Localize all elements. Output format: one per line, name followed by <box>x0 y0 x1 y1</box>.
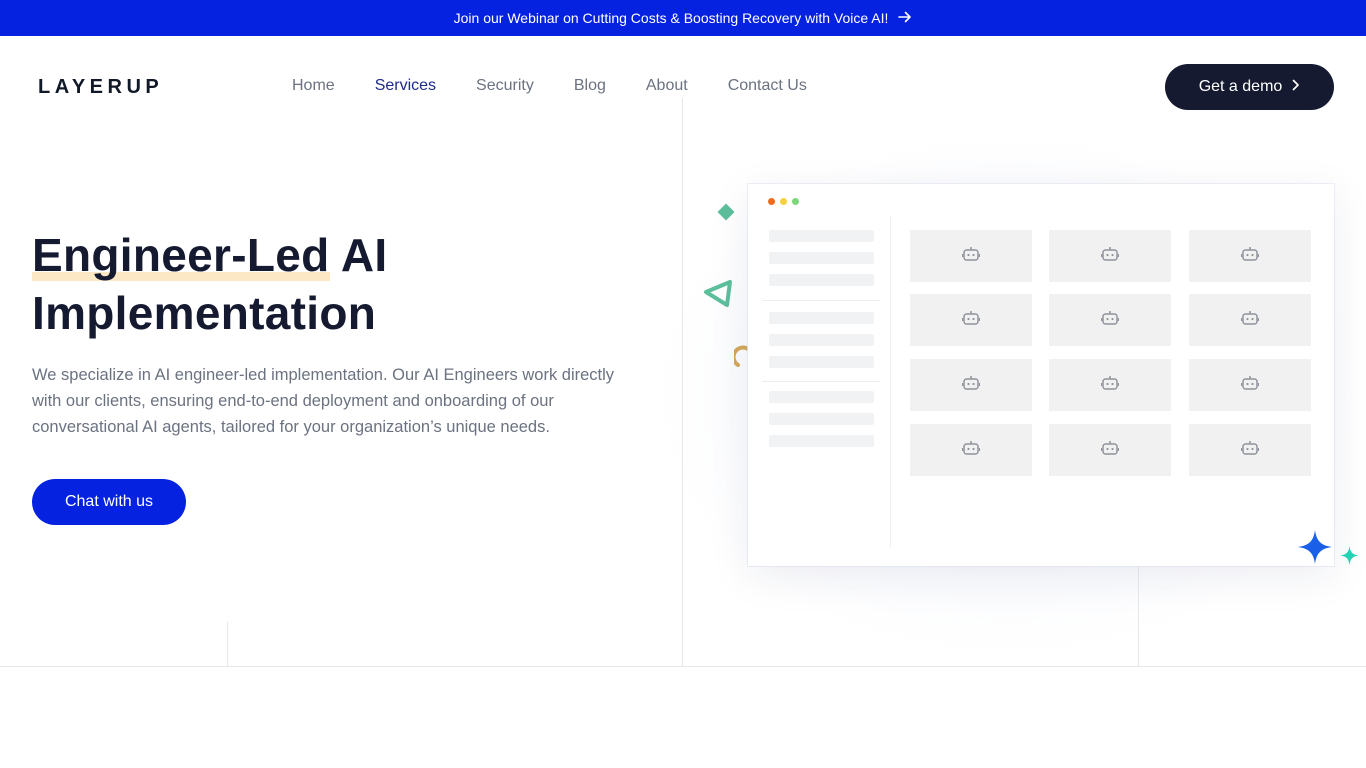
robot-icon <box>1100 246 1120 267</box>
hero-title-highlight: Engineer-Led <box>32 229 330 281</box>
webinar-banner[interactable]: Join our Webinar on Cutting Costs & Boos… <box>0 0 1366 36</box>
mockup-tile <box>1189 359 1311 411</box>
mockup-tile <box>910 230 1032 282</box>
mockup-sidebar-item <box>769 413 874 425</box>
robot-icon <box>1100 375 1120 396</box>
get-demo-label: Get a demo <box>1198 78 1283 95</box>
arrow-right-icon <box>898 10 912 27</box>
mockup-tile <box>1189 294 1311 346</box>
robot-icon <box>1240 375 1260 396</box>
nav-home[interactable]: Home <box>292 77 335 95</box>
robot-icon <box>1240 310 1260 331</box>
mockup-sidebar-divider <box>890 216 891 548</box>
mockup-tile <box>910 424 1032 476</box>
window-controls <box>768 198 799 205</box>
dashboard-mockup <box>748 184 1334 566</box>
main-nav: Home Services Security Blog About Contac… <box>292 77 807 95</box>
mockup-sidebar-item <box>769 391 874 403</box>
mockup-sidebar-item <box>769 230 874 242</box>
mockup-tile <box>910 294 1032 346</box>
triangle-shape <box>703 278 733 313</box>
sparkle-small-icon <box>1339 545 1360 571</box>
nav-security[interactable]: Security <box>476 77 534 95</box>
mockup-sidebar-separator <box>762 300 880 301</box>
mockup-sidebar-separator <box>762 381 880 382</box>
banner-text: Join our Webinar on Cutting Costs & Boos… <box>453 10 889 26</box>
nav-services[interactable]: Services <box>375 77 436 95</box>
mockup-sidebar-item <box>769 312 874 324</box>
hero-title: Engineer-Led AI Implementation <box>32 226 672 342</box>
chat-with-us-button[interactable]: Chat with us <box>32 479 186 525</box>
section-divider <box>0 666 1366 667</box>
robot-icon <box>1240 246 1260 267</box>
nav-about[interactable]: About <box>646 77 688 95</box>
mockup-tile <box>1049 294 1171 346</box>
logo[interactable]: LAYERUP <box>38 76 163 99</box>
window-dot-green <box>792 198 799 205</box>
mockup-tile <box>1049 424 1171 476</box>
sparkle-large-icon <box>1297 529 1333 570</box>
robot-icon <box>1100 310 1120 331</box>
robot-icon <box>961 440 981 461</box>
diamond-shape <box>716 202 736 227</box>
robot-icon <box>961 310 981 331</box>
nav-blog[interactable]: Blog <box>574 77 606 95</box>
mockup-tile <box>1189 230 1311 282</box>
mockup-sidebar-item <box>769 435 874 447</box>
mockup-sidebar-item <box>769 356 874 368</box>
hero-description: We specialize in AI engineer-led impleme… <box>32 366 615 436</box>
window-dot-yellow <box>780 198 787 205</box>
robot-icon <box>961 246 981 267</box>
robot-icon <box>961 375 981 396</box>
guide-line <box>227 622 228 666</box>
mockup-tile <box>910 359 1032 411</box>
mockup-sidebar-item <box>769 252 874 264</box>
get-demo-button[interactable]: Get a demo <box>1165 64 1334 110</box>
robot-icon <box>1240 440 1260 461</box>
mockup-sidebar-item <box>769 274 874 286</box>
mockup-tile <box>1189 424 1311 476</box>
robot-icon <box>1100 440 1120 461</box>
window-dot-red <box>768 198 775 205</box>
chevron-right-icon <box>1292 78 1300 96</box>
nav-contact-us[interactable]: Contact Us <box>728 77 807 95</box>
mockup-tile <box>1049 359 1171 411</box>
mockup-sidebar-item <box>769 334 874 346</box>
mockup-tile <box>1049 230 1171 282</box>
